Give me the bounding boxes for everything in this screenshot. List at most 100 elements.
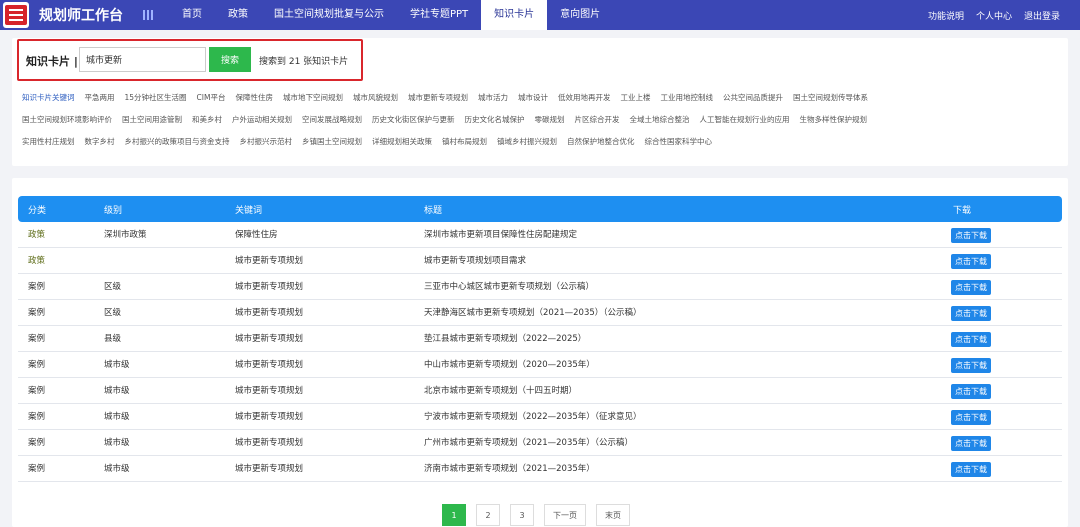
keyword-tag[interactable]: 城市活力 bbox=[478, 92, 508, 103]
keyword-tag[interactable]: 城市风貌规划 bbox=[353, 92, 398, 103]
table-row: 案例 城市级 城市更新专项规划 济南市城市更新专项规划（2021—2035年） 点击下载 bbox=[18, 456, 1062, 482]
cell-category: 案例 bbox=[28, 308, 46, 318]
cell-title: 济南市城市更新专项规划（2021—2035年） bbox=[424, 464, 595, 474]
cell-keyword: 城市更新专项规划 bbox=[235, 334, 304, 344]
page-button[interactable]: 1 bbox=[442, 504, 466, 526]
table-body: 政策 深圳市政策 保障性住房 深圳市城市更新项目保障性住房配建规定 点击下载 政策 城市更新… bbox=[18, 222, 1062, 482]
pagination: 1 2 3 下一页 末页 bbox=[442, 504, 630, 526]
app-logo[interactable] bbox=[3, 2, 29, 28]
keyword-tag[interactable]: 国土空间规划环境影响评价 bbox=[22, 114, 112, 125]
cell-keyword: 城市更新专项规划 bbox=[235, 386, 304, 396]
cell-title: 中山市城市更新专项规划（2020—2035年） bbox=[424, 360, 595, 370]
table-header: 分类 级别 关键词 标题 下载 bbox=[18, 196, 1062, 222]
keyword-tag[interactable]: 详细规划相关政策 bbox=[372, 136, 432, 147]
keyword-tag[interactable]: 国土空间用途管制 bbox=[122, 114, 182, 125]
download-button[interactable]: 点击下载 bbox=[951, 462, 991, 477]
cell-level: 区级 bbox=[104, 308, 122, 318]
download-button[interactable]: 点击下载 bbox=[951, 410, 991, 425]
keyword-tag[interactable]: 平急两用 bbox=[85, 92, 115, 103]
cell-category: 政策 bbox=[28, 230, 46, 240]
table-row: 政策 城市更新专项规划 城市更新专项规划项目需求 点击下载 bbox=[18, 248, 1062, 274]
nav-item-knowledge-cards[interactable]: 知识卡片 bbox=[481, 0, 548, 30]
download-button[interactable]: 点击下载 bbox=[951, 306, 991, 321]
table-row: 案例 城市级 城市更新专项规划 宁波市城市更新专项规划（2022—2035年）（征求意… bbox=[18, 404, 1062, 430]
nav-item-ppt[interactable]: 学社专题PPT bbox=[397, 0, 481, 30]
keyword-tag[interactable]: 全域土地综合整治 bbox=[630, 114, 690, 125]
nav-item-policy[interactable]: 政策 bbox=[215, 0, 261, 30]
keyword-tag[interactable]: 人工智能在规划行业的应用 bbox=[700, 114, 790, 125]
keyword-tag[interactable]: 历史文化街区保护与更新 bbox=[372, 114, 455, 125]
keyword-tag[interactable]: 生物多样性保护规划 bbox=[800, 114, 868, 125]
profile-link[interactable]: 个人中心 bbox=[976, 9, 1012, 22]
download-button[interactable]: 点击下载 bbox=[951, 332, 991, 347]
keyword-tag[interactable]: 空间发展战略规划 bbox=[302, 114, 362, 125]
keyword-tag[interactable]: 15分钟社区生活圈 bbox=[125, 92, 187, 103]
logo-icon bbox=[5, 5, 27, 25]
keyword-tag[interactable]: 低效用地再开发 bbox=[558, 92, 611, 103]
table-row: 案例 城市级 城市更新专项规划 中山市城市更新专项规划（2020—2035年） 点击下载 bbox=[18, 352, 1062, 378]
download-button[interactable]: 点击下载 bbox=[951, 280, 991, 295]
keyword-tag[interactable]: 实用性村庄规划 bbox=[22, 136, 75, 147]
next-page-button[interactable]: 下一页 bbox=[544, 504, 586, 526]
keyword-tag[interactable]: 国土空间规划传导体系 bbox=[793, 92, 868, 103]
cell-level: 城市级 bbox=[104, 360, 130, 370]
cell-keyword: 城市更新专项规划 bbox=[235, 308, 304, 318]
download-button[interactable]: 点击下载 bbox=[951, 228, 991, 243]
keyword-tag[interactable]: 城市地下空间规划 bbox=[283, 92, 343, 103]
app-title[interactable]: 规划师工作台 bbox=[39, 5, 133, 25]
tag-row: 知识卡片关键词 平急两用 15分钟社区生活圈 CIM平台 保障性住房 城市地下空间规划 城市… bbox=[22, 86, 1062, 108]
header-level: 级别 bbox=[104, 205, 123, 216]
cell-category: 案例 bbox=[28, 386, 46, 396]
cell-keyword: 城市更新专项规划 bbox=[235, 282, 304, 292]
cell-title: 城市更新专项规划项目需求 bbox=[424, 256, 527, 266]
cell-category: 案例 bbox=[28, 334, 46, 344]
download-button[interactable]: 点击下载 bbox=[951, 384, 991, 399]
tags-heading[interactable]: 知识卡片关键词 bbox=[22, 92, 75, 103]
keyword-tag[interactable]: 户外运动相关规划 bbox=[232, 114, 292, 125]
keyword-tag[interactable]: 和美乡村 bbox=[192, 114, 222, 125]
keyword-tag[interactable]: 历史文化名城保护 bbox=[465, 114, 525, 125]
keyword-tag[interactable]: 零碳规划 bbox=[535, 114, 565, 125]
search-label: 知识卡片 | bbox=[26, 55, 78, 68]
help-link[interactable]: 功能说明 bbox=[928, 9, 964, 22]
keyword-tag[interactable]: 工业上楼 bbox=[620, 92, 650, 103]
keyword-tag[interactable]: 乡村振兴示范村 bbox=[240, 136, 293, 147]
keyword-tag[interactable]: 保障性住房 bbox=[235, 92, 273, 103]
menu-toggle-button[interactable] bbox=[133, 0, 163, 30]
page-button[interactable]: 2 bbox=[476, 504, 500, 526]
nav-item-planning-approval[interactable]: 国土空间规划批复与公示 bbox=[261, 0, 397, 30]
search-box-highlight: 知识卡片 | 搜索 搜索到 21 张知识卡片 bbox=[17, 39, 363, 81]
cell-level: 深圳市政策 bbox=[104, 230, 147, 240]
nav-item-home[interactable]: 首页 bbox=[169, 0, 215, 30]
keyword-tag[interactable]: 城市设计 bbox=[518, 92, 548, 103]
keyword-tag[interactable]: 乡村振兴的政策项目与资金支持 bbox=[125, 136, 230, 147]
keyword-tag[interactable]: 综合性国家科学中心 bbox=[645, 136, 713, 147]
keyword-tag[interactable]: 乡镇国土空间规划 bbox=[302, 136, 362, 147]
cell-title: 宁波市城市更新专项规划（2022—2035年）（征求意见） bbox=[424, 412, 642, 422]
search-button[interactable]: 搜索 bbox=[209, 47, 251, 72]
search-input[interactable] bbox=[79, 47, 206, 72]
cell-level: 城市级 bbox=[104, 464, 130, 474]
keyword-tag[interactable]: 城市更新专项规划 bbox=[408, 92, 468, 103]
keyword-tag[interactable]: 数字乡村 bbox=[85, 136, 115, 147]
top-nav-bar: 规划师工作台 首页 政策 国土空间规划批复与公示 学社专题PPT 知识卡片 意向… bbox=[0, 0, 1080, 30]
download-button[interactable]: 点击下载 bbox=[951, 436, 991, 451]
cell-keyword: 保障性住房 bbox=[235, 230, 278, 240]
keyword-tag[interactable]: 公共空间品质提升 bbox=[723, 92, 783, 103]
keyword-tag[interactable]: 镇村布局规划 bbox=[442, 136, 487, 147]
keyword-tag[interactable]: 片区综合开发 bbox=[575, 114, 620, 125]
page-button[interactable]: 3 bbox=[510, 504, 534, 526]
header-title: 标题 bbox=[424, 205, 443, 216]
logout-link[interactable]: 退出登录 bbox=[1024, 9, 1060, 22]
download-button[interactable]: 点击下载 bbox=[951, 358, 991, 373]
keyword-tag[interactable]: 镇域乡村振兴规划 bbox=[497, 136, 557, 147]
table-row: 案例 城市级 城市更新专项规划 北京市城市更新专项规划（十四五时期） 点击下载 bbox=[18, 378, 1062, 404]
keyword-tag[interactable]: 自然保护地整合优化 bbox=[567, 136, 635, 147]
tag-row: 国土空间规划环境影响评价 国土空间用途管制 和美乡村 户外运动相关规划 空间发展战略规划… bbox=[22, 108, 1062, 130]
nav-item-intent-images[interactable]: 意向图片 bbox=[547, 0, 613, 30]
keyword-tag[interactable]: CIM平台 bbox=[197, 92, 226, 103]
keyword-tag[interactable]: 工业用地控制线 bbox=[660, 92, 713, 103]
download-button[interactable]: 点击下载 bbox=[951, 254, 991, 269]
cell-title: 天津静海区城市更新专项规划（2021—2035）（公示稿） bbox=[424, 308, 642, 318]
last-page-button[interactable]: 末页 bbox=[596, 504, 630, 526]
